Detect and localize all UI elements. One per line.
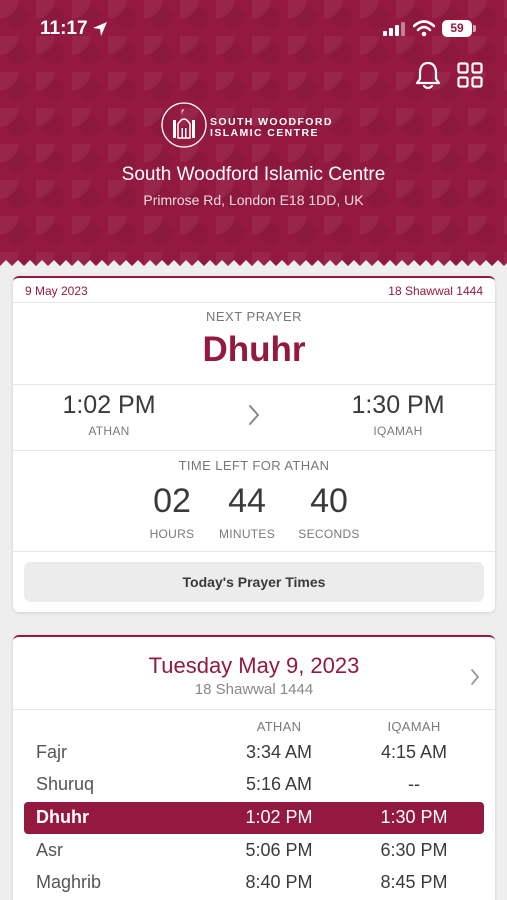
gregorian-date: 9 May 2023 [25,284,88,298]
mosque-header: 11:17 59 SOUTH WOODFORD ISLAMIC CENTRE S… [0,0,507,272]
status-time: 11:17 [40,18,88,39]
prayer-name: Shuruq [36,774,95,794]
battery-indicator: 59 [442,20,472,37]
logo-line2: ISLAMIC CENTRE [210,127,319,139]
prayer-iqamah-time: 4:15 AM [380,742,448,762]
divider [13,551,495,552]
logo-wordmark: SOUTH WOODFORD ISLAMIC CENTRE [210,117,333,139]
mosque-name: South Woodford Islamic Centre [121,164,386,185]
prayer-athan-time: 3:34 AM [245,742,313,762]
iqamah-time: 1:30 PM [351,391,445,419]
chevron-right-icon [249,405,259,425]
countdown-minutes: 44 [228,482,266,520]
prayer-iqamah-time: -- [408,774,420,794]
grid-menu-icon[interactable] [457,62,483,88]
next-prayer-label: NEXT PRAYER [205,309,303,324]
iqamah-column-header: IQAMAH [387,719,441,734]
prayer-row-dhuhr-active: Dhuhr 1:02 PM 1:30 PM [24,802,484,834]
header-zigzag-edge [0,260,507,272]
divider [13,709,495,710]
hijri-date: 18 Shawwal 1444 [388,284,483,298]
wifi-icon [413,20,435,37]
cellular-signal-icon [383,22,405,36]
prayer-row-fajr: Fajr 3:34 AM 4:15 AM [24,737,484,769]
prayer-name: Maghrib [36,872,102,892]
mosque-logo-icon [161,102,207,148]
next-prayer-card: 9 May 2023 18 Shawwal 1444 NEXT PRAYER D… [13,276,495,612]
prayer-iqamah-time: 1:30 PM [380,807,448,827]
divider [13,302,495,303]
athan-column-header: ATHAN [256,719,302,734]
prayer-athan-time: 1:02 PM [245,807,313,827]
prayer-athan-time: 8:40 PM [245,872,313,892]
prayer-name: Fajr [36,742,67,762]
iqamah-label: IQAMAH [373,424,423,438]
countdown-hours: 02 [153,482,191,520]
prayer-athan-time: 5:16 AM [245,774,313,794]
divider [13,384,495,385]
prayer-athan-time: 5:06 PM [245,840,313,860]
prayer-iqamah-time: 8:45 PM [380,872,448,892]
countdown-seconds: 40 [310,482,348,520]
athan-label: ATHAN [88,424,130,438]
prayer-iqamah-time: 6:30 PM [380,840,448,860]
countdown-minutes-label: MINUTES [218,527,276,541]
prayer-timetable-card: Tuesday May 9, 2023 18 Shawwal 1444 ATHA… [13,635,495,900]
prayer-row-shuruq: Shuruq 5:16 AM -- [24,769,484,801]
location-arrow-icon [93,22,107,36]
battery-tip [473,25,476,32]
prayer-name: Asr [36,840,63,860]
athan-time: 1:02 PM [62,391,156,419]
timetable-hijri-date: 18 Shawwal 1444 [194,681,314,698]
prayer-name: Dhuhr [36,807,89,827]
countdown-hours-label: HOURS [149,527,195,541]
prayer-row-asr: Asr 5:06 PM 6:30 PM [24,835,484,867]
prayer-row-maghrib: Maghrib 8:40 PM 8:45 PM [24,867,484,899]
next-day-chevron-icon[interactable] [469,667,481,687]
time-left-label: TIME LEFT FOR ATHAN [178,458,330,473]
todays-prayer-times-button[interactable]: Today's Prayer Times [24,562,484,602]
timetable-day-title: Tuesday May 9, 2023 [148,653,360,678]
mosque-address: Primrose Rd, London E18 1DD, UK [143,192,364,208]
divider [13,450,495,451]
status-bar: 11:17 59 [0,16,507,46]
next-prayer-name: Dhuhr [202,330,306,369]
countdown-seconds-label: SECONDS [298,527,360,541]
bell-icon[interactable] [414,60,442,90]
